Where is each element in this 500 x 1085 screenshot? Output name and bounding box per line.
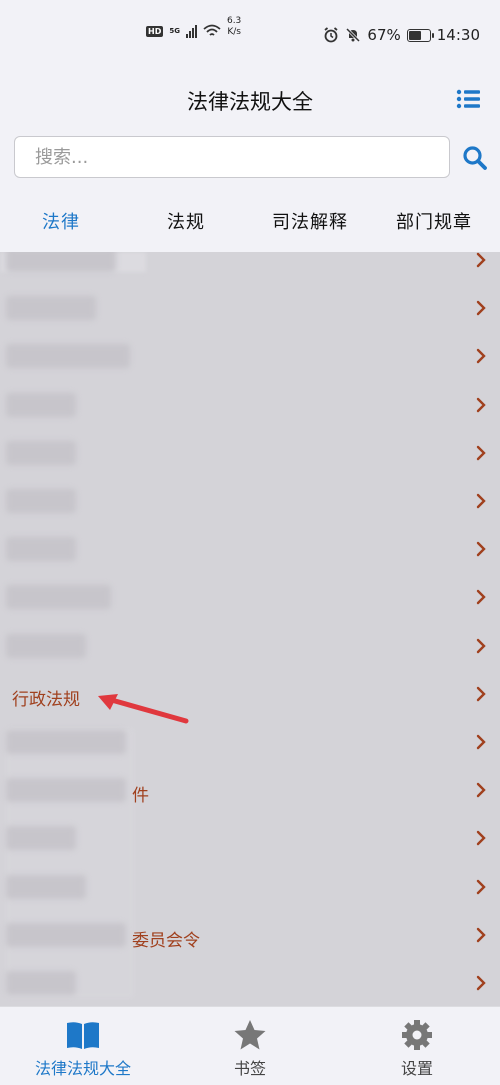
list-item[interactable] bbox=[0, 252, 500, 285]
mute-bell-icon bbox=[346, 27, 361, 43]
chevron-right-icon bbox=[476, 589, 486, 605]
list-item[interactable] bbox=[0, 382, 500, 430]
battery-icon bbox=[406, 28, 434, 42]
signal-bars-icon bbox=[185, 24, 197, 38]
signal-type-label: 5G bbox=[169, 27, 180, 35]
list-item[interactable] bbox=[0, 623, 500, 671]
bottom-nav: 法律法规大全 书签 设置 bbox=[0, 1006, 500, 1085]
chevron-right-icon bbox=[476, 348, 486, 364]
chevron-right-icon bbox=[476, 879, 486, 895]
chevron-right-icon bbox=[476, 300, 486, 316]
tab-department-rules[interactable]: 部门规章 bbox=[396, 208, 472, 234]
chevron-right-icon bbox=[476, 397, 486, 413]
redacted-label bbox=[6, 393, 76, 417]
list-item[interactable] bbox=[0, 526, 500, 574]
redacted-label bbox=[6, 730, 126, 754]
list-item[interactable] bbox=[0, 574, 500, 622]
net-speed: 6.3 K/s bbox=[227, 16, 241, 38]
page-title: 法律法规大全 bbox=[187, 90, 313, 114]
list-item[interactable] bbox=[0, 285, 500, 333]
nav-settings[interactable]: 设置 bbox=[334, 1007, 500, 1085]
list-item[interactable] bbox=[0, 815, 500, 863]
chevron-right-icon bbox=[476, 927, 486, 943]
clock: 14:30 bbox=[436, 26, 480, 44]
book-icon bbox=[67, 1022, 99, 1049]
redacted-label bbox=[6, 537, 76, 561]
list-item[interactable]: 行政法规 bbox=[0, 671, 500, 719]
gear-icon bbox=[402, 1020, 432, 1050]
list-item[interactable] bbox=[0, 430, 500, 478]
redacted-label bbox=[6, 585, 111, 609]
hd-icon: HD bbox=[146, 25, 164, 37]
net-speed-unit: K/s bbox=[227, 27, 241, 37]
status-right: 67% 14:30 bbox=[323, 26, 480, 44]
redacted-label bbox=[6, 296, 96, 320]
nav-bookmarks[interactable]: 书签 bbox=[167, 1007, 333, 1085]
tab-regulations[interactable]: 法规 bbox=[167, 208, 205, 234]
alarm-icon bbox=[324, 27, 338, 43]
list-item-label: 件 bbox=[132, 786, 149, 806]
nav-label: 书签 bbox=[233, 1059, 266, 1078]
wifi-icon bbox=[203, 24, 221, 36]
redacted-label bbox=[6, 826, 76, 850]
redacted-label bbox=[6, 441, 76, 465]
nav-law-library[interactable]: 法律法规大全 bbox=[0, 1007, 166, 1085]
nav-label: 设置 bbox=[400, 1059, 433, 1078]
redacted-label bbox=[6, 875, 86, 899]
search-icon[interactable] bbox=[462, 145, 488, 171]
redacted-label bbox=[6, 778, 126, 802]
net-speed-value: 6.3 bbox=[226, 16, 242, 26]
chevron-right-icon bbox=[476, 686, 486, 702]
chevron-right-icon bbox=[476, 782, 486, 798]
battery-percent: 67% bbox=[367, 26, 401, 44]
list-item-label: 委员会令 bbox=[132, 931, 200, 951]
redacted-label bbox=[6, 344, 130, 368]
chevron-right-icon bbox=[476, 734, 486, 750]
app-bar: 法律法规大全 bbox=[0, 72, 500, 128]
search-input[interactable] bbox=[14, 136, 450, 178]
status-bar: HD 5G 6.3 K/s 67% 14:30 bbox=[0, 0, 500, 72]
list-item[interactable] bbox=[0, 478, 500, 526]
status-left: HD 5G 6.3 K/s bbox=[146, 16, 241, 38]
list-item[interactable] bbox=[0, 719, 500, 767]
star-icon bbox=[234, 1020, 266, 1050]
battery-fill bbox=[408, 30, 421, 40]
tab-laws[interactable]: 法律 bbox=[42, 208, 80, 234]
list-item[interactable]: 件 bbox=[0, 767, 500, 815]
list-item[interactable] bbox=[0, 864, 500, 912]
tab-judicial-interpretation[interactable]: 司法解释 bbox=[272, 208, 348, 234]
redacted-label bbox=[6, 252, 116, 272]
list-item-label: 行政法规 bbox=[12, 690, 80, 710]
category-tabs: 法律 法规 司法解释 部门规章 bbox=[0, 196, 500, 246]
chevron-right-icon bbox=[476, 638, 486, 654]
redacted-label bbox=[6, 923, 126, 947]
law-category-list: 行政法规件委员会令 bbox=[0, 252, 500, 1006]
list-item[interactable] bbox=[0, 333, 500, 381]
redacted-label bbox=[6, 489, 76, 513]
list-item[interactable] bbox=[0, 960, 500, 1006]
redacted-label bbox=[6, 971, 76, 995]
redacted-label bbox=[6, 634, 86, 658]
search-row bbox=[0, 136, 500, 182]
list-menu-icon[interactable] bbox=[456, 88, 480, 110]
chevron-right-icon bbox=[476, 541, 486, 557]
chevron-right-icon bbox=[476, 252, 486, 268]
nav-label: 法律法规大全 bbox=[34, 1059, 131, 1078]
chevron-right-icon bbox=[476, 975, 486, 991]
chevron-right-icon bbox=[476, 493, 486, 509]
chevron-right-icon bbox=[476, 445, 486, 461]
list-item[interactable]: 委员会令 bbox=[0, 912, 500, 960]
chevron-right-icon bbox=[476, 830, 486, 846]
